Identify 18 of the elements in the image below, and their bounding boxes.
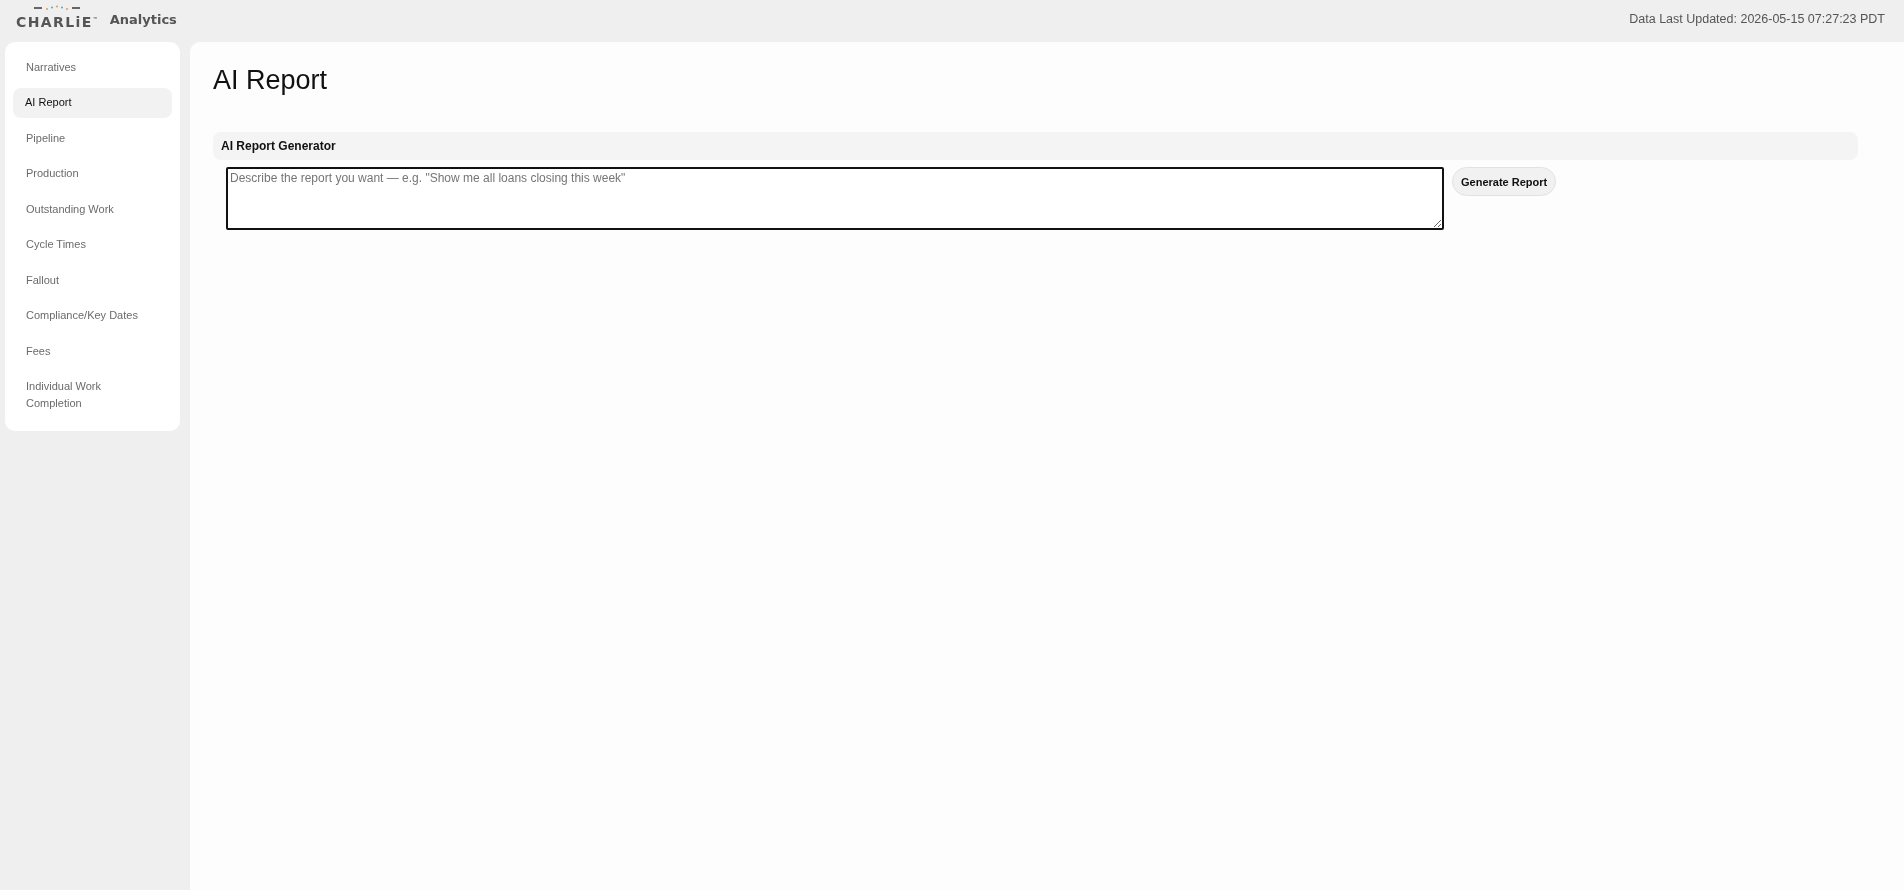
page-title: AI Report	[213, 64, 329, 97]
last-updated-text: Data Last Updated: 2026-05-15 07:27:23 PDT	[1629, 12, 1885, 26]
sidebar-item[interactable]: Narratives	[13, 52, 172, 82]
app-name: Analytics	[109, 11, 177, 27]
section-title: AI Report Generator	[221, 139, 336, 153]
generate-report-button[interactable]: Generate Report	[1452, 167, 1557, 196]
sidebar-item[interactable]: Cycle Times	[13, 229, 172, 260]
sidebar-item[interactable]: Fallout	[13, 265, 172, 295]
report-prompt-field[interactable]: Describe the report you want — e.g. "Show me all loans closing this week"	[226, 167, 1444, 230]
logo-wordmark: CHARLiE$^{™}$	[16, 12, 98, 30]
sidebar-item[interactable]: Production	[13, 158, 172, 189]
sidebar-item[interactable]: Fees	[13, 336, 172, 366]
logo-dots-icon	[33, 4, 80, 11]
sidebar-item[interactable]: Pipeline	[13, 123, 172, 153]
sidebar-item[interactable]: AI Report	[13, 87, 172, 118]
sidebar-item[interactable]: Compliance/Key Dates	[13, 300, 172, 331]
sidebar-item[interactable]: Individual Work Completion	[13, 371, 172, 419]
sidebar-item[interactable]: Outstanding Work	[13, 194, 172, 224]
